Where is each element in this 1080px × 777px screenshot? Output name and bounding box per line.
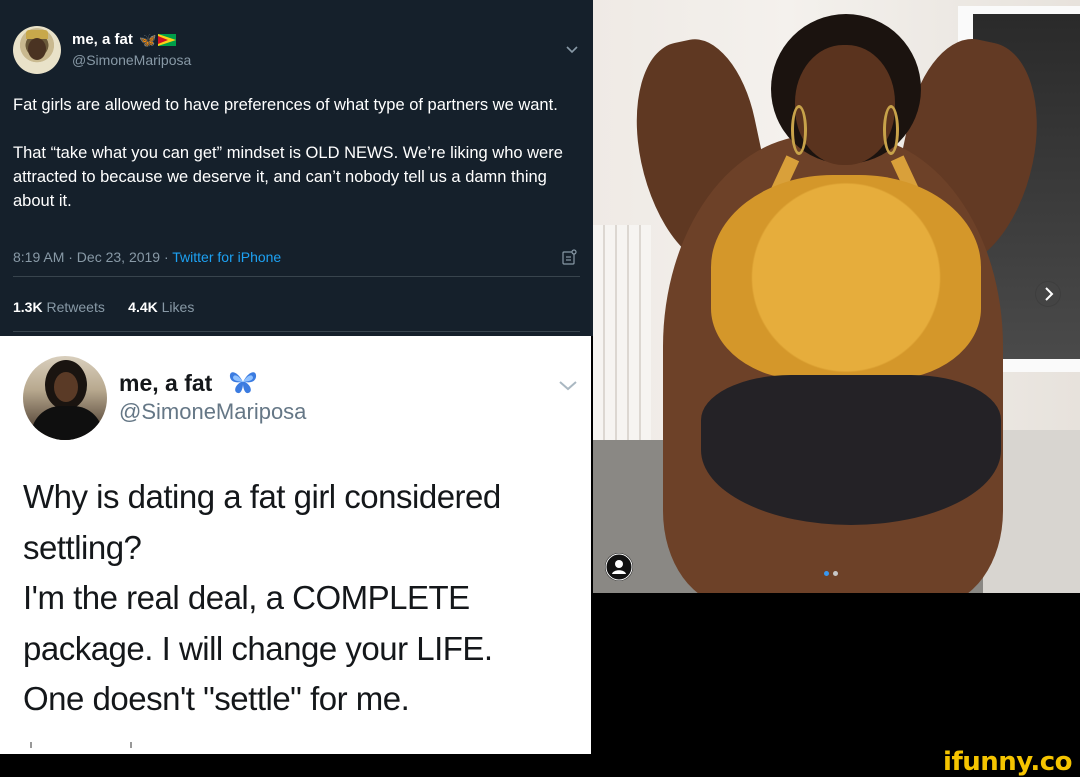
guyana-flag-icon [158, 34, 176, 46]
avatar-face [54, 372, 78, 402]
tweet-text: Why is dating a fat girl considered sett… [23, 472, 583, 725]
user-handle[interactable]: @SimoneMariposa [72, 52, 191, 68]
black-briefs [701, 375, 1001, 525]
carousel-dot-active [824, 571, 829, 576]
tweet-source-link[interactable]: Twitter for iPhone [172, 249, 281, 265]
chevron-down-icon[interactable] [558, 376, 578, 394]
butterfly-icon: 🦋 [139, 32, 157, 48]
avatar-clothing [31, 406, 103, 440]
tweet-line: settling? [23, 528, 142, 566]
display-name[interactable]: me, a fat [72, 31, 133, 48]
carousel-dot [833, 571, 838, 576]
person-face [795, 45, 895, 165]
analytics-icon[interactable] [561, 249, 577, 265]
likes-count: 4.4K [128, 299, 158, 315]
cropped-text-fragment [30, 742, 134, 748]
tweet-text: Fat girls are allowed to have preference… [13, 93, 578, 237]
divider [13, 276, 580, 277]
likes-label: Likes [161, 299, 195, 315]
likes-stat[interactable]: 4.4K Likes [128, 299, 194, 315]
retweets-stat[interactable]: 1.3K Retweets [13, 299, 105, 315]
tweet-line: package. I will change your LIFE. [23, 629, 493, 667]
ifunny-watermark: ifunny.co [943, 747, 1072, 777]
butterfly-icon [229, 372, 257, 394]
tweet-paragraph: Fat girls are allowed to have preference… [13, 96, 558, 114]
tweet-line: Why is dating a fat girl considered [23, 478, 501, 515]
tweet-paragraph: That “take what you can get” mindset is … [13, 144, 563, 210]
tweet-timestamp[interactable]: 8:19 AM · Dec 23, 2019 · [13, 249, 172, 265]
user-handle[interactable]: @SimoneMariposa [119, 399, 306, 425]
display-name[interactable]: me, a fat [119, 370, 212, 397]
divider [13, 331, 580, 332]
dark-tweet-card: me, a fat 🦋 @SimoneMariposa Fat girls ar… [0, 0, 593, 336]
chevron-right-icon[interactable] [1035, 281, 1061, 307]
earring [883, 105, 899, 155]
earring [791, 105, 807, 155]
tweet-stats: 1.3K Retweets 4.4K Likes [13, 299, 194, 315]
instagram-photo[interactable] [593, 0, 1080, 593]
tweet-line: I'm the real deal, a COMPLETE [23, 579, 470, 616]
light-tweet-card: me, a fat @SimoneMariposa Why is dating … [0, 336, 591, 754]
avatar[interactable] [13, 26, 61, 74]
black-area [591, 593, 1080, 757]
carousel-dots [824, 571, 844, 577]
retweets-count: 1.3K [13, 299, 43, 315]
avatar-face [28, 38, 46, 60]
yellow-lace-bra [711, 175, 981, 380]
avatar[interactable] [23, 356, 107, 440]
retweets-label: Retweets [46, 299, 105, 315]
tweet-meta: 8:19 AM · Dec 23, 2019 · Twitter for iPh… [13, 249, 281, 265]
user-icon[interactable] [605, 553, 633, 581]
chevron-down-icon[interactable] [565, 42, 579, 56]
tweet-line: One doesn't "settle" for me. [23, 680, 410, 717]
